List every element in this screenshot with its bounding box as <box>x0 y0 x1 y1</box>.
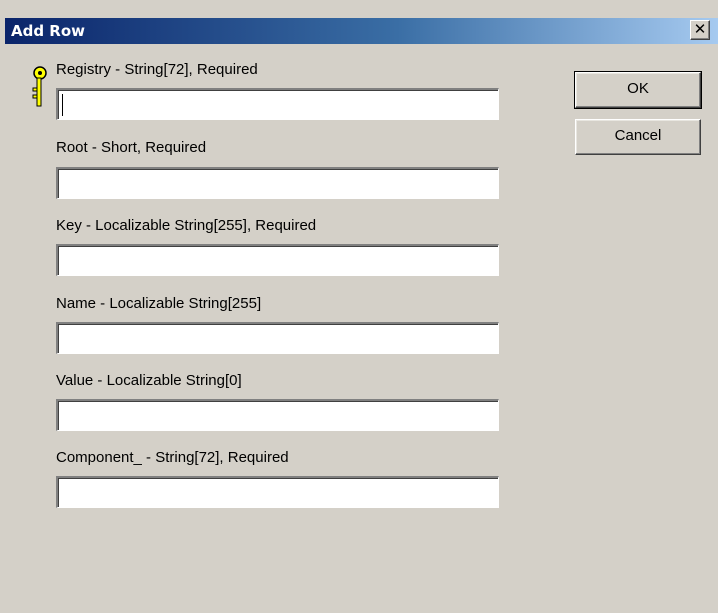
cancel-button[interactable]: Cancel <box>575 119 701 155</box>
close-icon: ✕ <box>693 20 707 38</box>
window-title: Add Row <box>11 22 86 40</box>
ok-button[interactable]: OK <box>574 71 702 109</box>
value-input[interactable] <box>56 399 499 431</box>
component-input[interactable] <box>56 476 499 508</box>
key-label: Key - Localizable String[255], Required <box>56 217 317 234</box>
value-label: Value - Localizable String[0] <box>56 372 242 389</box>
root-label: Root - Short, Required <box>56 139 207 156</box>
root-input[interactable] <box>56 167 499 199</box>
add-row-dialog: Add Row ✕ Registry - String[72], Require… <box>0 0 718 613</box>
key-icon <box>32 66 47 107</box>
text-caret <box>62 94 63 116</box>
name-label: Name - Localizable String[255] <box>56 295 262 312</box>
title-bar[interactable]: Add Row ✕ <box>5 18 718 44</box>
name-input[interactable] <box>56 322 499 354</box>
registry-label: Registry - String[72], Required <box>56 61 258 78</box>
registry-input[interactable] <box>56 88 499 120</box>
dialog-bottom-edge <box>0 609 718 613</box>
key-input[interactable] <box>56 244 499 276</box>
component-label: Component_ - String[72], Required <box>56 449 289 466</box>
close-button[interactable]: ✕ <box>690 20 710 40</box>
